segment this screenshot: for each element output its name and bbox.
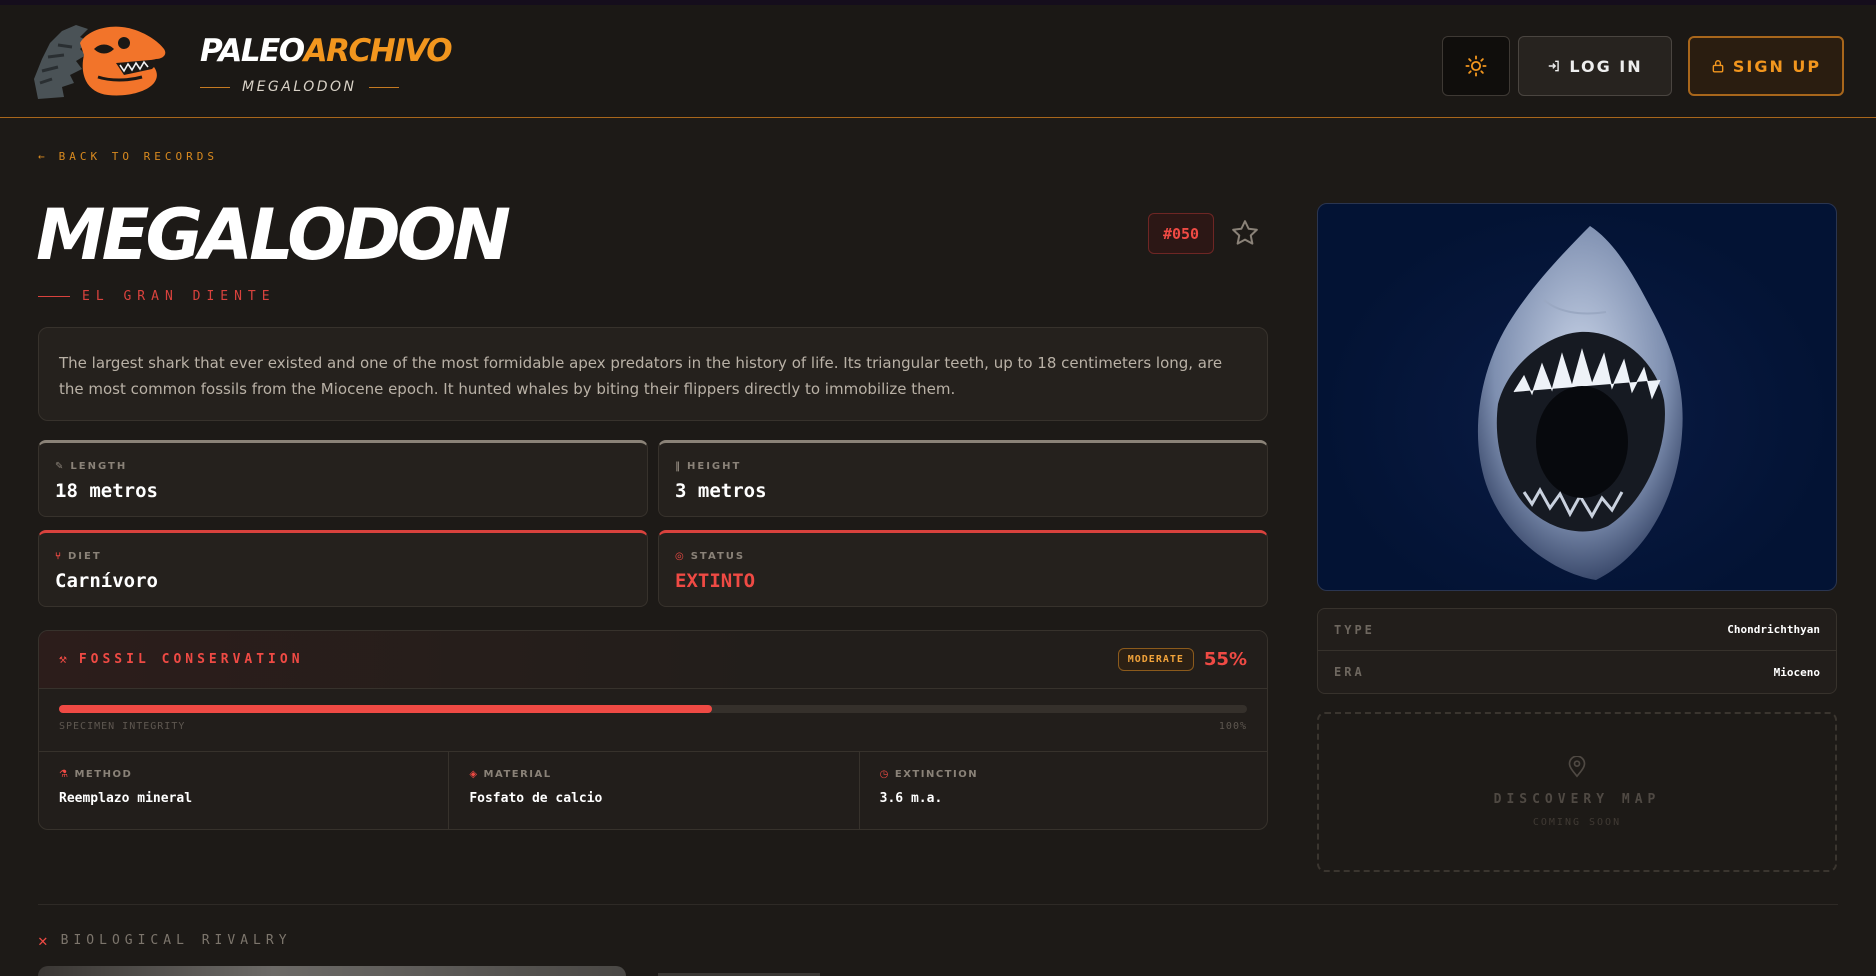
sun-icon: [1465, 55, 1487, 77]
fossil-extinction-value: 3.6 m.a.: [879, 791, 943, 806]
dino-skull-logo-icon[interactable]: [28, 19, 178, 109]
signup-button[interactable]: SIGN UP: [1688, 36, 1844, 96]
signup-label: SIGN UP: [1732, 56, 1822, 76]
integrity-max-label: 100%: [1218, 721, 1247, 732]
back-label: BACK TO RECORDS: [58, 150, 218, 163]
fossil-material-label: MATERIAL: [483, 769, 552, 780]
meta-row-type: TYPE Chondrichthyan: [1318, 609, 1836, 651]
stat-status: ◎ STATUS EXTINTO: [658, 530, 1268, 607]
skull-icon: ◎: [675, 551, 686, 562]
fossil-material: ◈ MATERIAL Fosfato de calcio: [449, 752, 860, 829]
rivalry-heading: ✕ BIOLOGICAL RIVALRY: [38, 931, 292, 950]
fossil-header: ⚒ FOSSIL CONSERVATION MODERATE 55%: [39, 631, 1267, 689]
stat-length: ✎ LENGTH 18 metros: [38, 440, 648, 517]
map-pin-icon: [1568, 756, 1586, 778]
fossil-details: ⚗ METHOD Reemplazo mineral ◈ MATERIAL Fosf…: [39, 751, 1267, 829]
fossil-method-label: METHOD: [74, 769, 133, 780]
fossil-extinction-label: EXTINCTION: [894, 769, 979, 780]
fossil-method-value: Reemplazo mineral: [59, 791, 193, 806]
height-icon: ‖: [675, 461, 682, 472]
site-header: PALEOARCHIVO MEGALODON LOG IN SIGN UP: [0, 5, 1876, 118]
favorite-star-icon[interactable]: [1230, 218, 1260, 248]
record-number-badge: #050: [1148, 213, 1214, 254]
ruler-icon: ✎: [55, 461, 66, 472]
brand-subtitle: MEGALODON: [200, 79, 399, 95]
fossil-score: MODERATE 55%: [1117, 648, 1247, 671]
brand-word-paleo: PALEO: [200, 33, 305, 69]
conservation-badge: MODERATE: [1117, 648, 1194, 671]
stat-diet-label: DIET: [68, 551, 102, 562]
stat-length-value: 18 metros: [55, 480, 158, 502]
description-card: The largest shark that ever existed and …: [38, 327, 1268, 421]
stat-diet: ⑂ DIET Carnívoro: [38, 530, 648, 607]
section-divider: [38, 904, 1838, 905]
fossil-title: ⚒ FOSSIL CONSERVATION: [59, 652, 304, 667]
clock-icon: ◷: [879, 769, 890, 780]
stat-status-value: EXTINTO: [675, 570, 756, 592]
stat-diet-value: Carnívoro: [55, 570, 158, 592]
utensils-icon: ⑂: [55, 551, 63, 562]
theme-toggle-button[interactable]: [1442, 36, 1510, 96]
map-subtitle: COMING SOON: [1532, 817, 1622, 828]
fossil-conservation-card: ⚒ FOSSIL CONSERVATION MODERATE 55% SPECI…: [38, 630, 1268, 830]
meta-era-key: ERA: [1334, 665, 1365, 679]
stat-status-label: STATUS: [690, 551, 746, 562]
brand-wordmark[interactable]: PALEOARCHIVO: [200, 33, 453, 69]
crossed-swords-icon: ✕: [38, 931, 53, 950]
fossil-method: ⚗ METHOD Reemplazo mineral: [39, 752, 450, 829]
integrity-label: SPECIMEN INTEGRITY: [59, 721, 186, 732]
fossil-material-value: Fosfato de calcio: [469, 791, 603, 806]
integrity-progress-bar: [59, 705, 1247, 713]
taxonomy-card: TYPE Chondrichthyan ERA Mioceno: [1317, 608, 1837, 694]
nickname-rule: [38, 296, 70, 297]
map-title: DISCOVERY MAP: [1493, 792, 1661, 807]
brand-subtitle-text: MEGALODON: [242, 79, 357, 95]
stat-height-label: HEIGHT: [687, 461, 742, 472]
stat-height-value: 3 metros: [675, 480, 767, 502]
subtitle-rule-left: [200, 86, 230, 88]
conservation-percent: 55%: [1203, 649, 1247, 670]
meta-type-key: TYPE: [1334, 622, 1375, 637]
specimen-photo: [1317, 203, 1837, 591]
nickname-text: EL GRAN DIENTE: [82, 289, 276, 304]
login-arrow-icon: [1549, 60, 1560, 72]
flask-icon: ⚗: [59, 769, 70, 780]
login-button[interactable]: LOG IN: [1518, 36, 1672, 96]
arrow-left-icon: ←: [38, 150, 49, 163]
shark-illustration: [1477, 226, 1683, 580]
page-title: MEGALODON: [36, 194, 511, 276]
integrity-progress-fill: [59, 705, 713, 713]
back-to-records-link[interactable]: ← BACK TO RECORDS: [38, 150, 218, 163]
fossil-extinction: ◷ EXTINCTION 3.6 m.a.: [860, 752, 1267, 829]
brand-word-archivo: ARCHIVO: [303, 33, 453, 69]
rival-card-image[interactable]: [38, 966, 626, 976]
layers-icon: ◈: [469, 769, 479, 780]
pickaxe-icon: ⚒: [59, 652, 71, 667]
discovery-map-placeholder: DISCOVERY MAP COMING SOON: [1317, 712, 1837, 872]
stat-height: ‖ HEIGHT 3 metros: [658, 440, 1268, 517]
meta-row-era: ERA Mioceno: [1318, 651, 1836, 693]
subtitle-rule-right: [368, 86, 399, 88]
meta-type-value: Chondrichthyan: [1727, 623, 1820, 636]
login-label: LOG IN: [1569, 56, 1643, 76]
meta-era-value: Mioceno: [1773, 665, 1820, 679]
fossil-title-text: FOSSIL CONSERVATION: [78, 652, 304, 667]
rivalry-title: BIOLOGICAL RIVALRY: [60, 933, 292, 948]
record-nickname: EL GRAN DIENTE: [38, 289, 276, 304]
lock-icon: [1712, 60, 1724, 73]
stat-length-label: LENGTH: [70, 461, 128, 472]
description-text: The largest shark that ever existed and …: [59, 354, 1223, 398]
